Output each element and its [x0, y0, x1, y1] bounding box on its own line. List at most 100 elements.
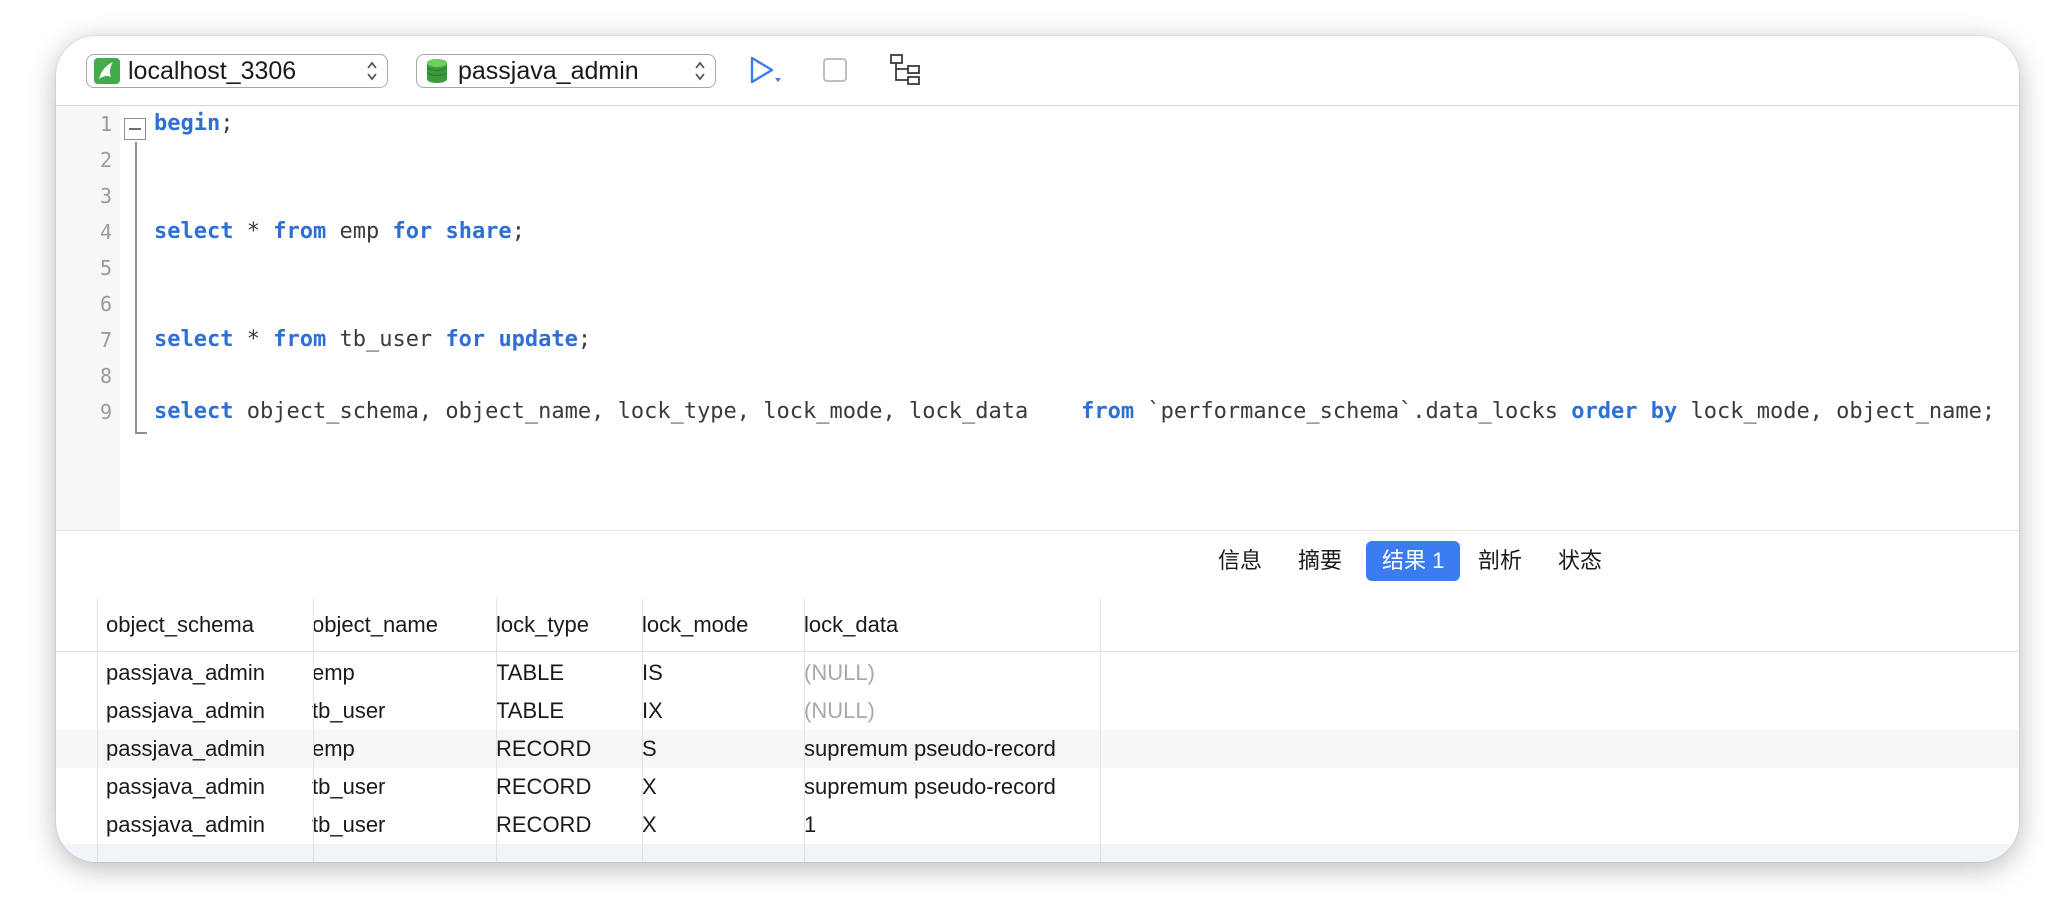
- table-cell[interactable]: (NULL): [796, 654, 1092, 692]
- sql-keyword: for: [392, 219, 433, 244]
- sql-text: emp: [326, 219, 393, 244]
- column-divider: [496, 599, 497, 862]
- sql-text: *: [233, 327, 274, 352]
- table-cell[interactable]: RECORD: [488, 768, 634, 806]
- table-cell[interactable]: TABLE: [488, 654, 634, 692]
- table-cell[interactable]: tb_user: [304, 806, 488, 844]
- line-number: 1: [99, 112, 112, 136]
- column-header[interactable]: lock_data: [796, 599, 1092, 651]
- table-cell[interactable]: X: [634, 806, 796, 844]
- stop-button[interactable]: [820, 52, 850, 88]
- column-header[interactable]: lock_mode: [634, 599, 796, 651]
- chevron-updown-icon: [695, 61, 705, 81]
- table-cell[interactable]: passjava_admin: [98, 768, 304, 806]
- table-cell[interactable]: TABLE: [488, 692, 634, 730]
- grid-header: object_schema object_name lock_type lock…: [56, 599, 2019, 652]
- line-number: 5: [99, 256, 112, 280]
- code-line: 3: [56, 178, 2019, 214]
- result-tabs: 信息 摘要 结果 1 剖析 状态: [56, 530, 2019, 600]
- table-row-empty: [56, 844, 2019, 862]
- sql-keyword: order: [1571, 399, 1638, 424]
- column-header[interactable]: lock_type: [488, 599, 634, 651]
- code-text: select object_schema, object_name, lock_…: [154, 394, 1995, 430]
- code-line: 8: [56, 358, 2019, 394]
- sql-keyword: select: [154, 399, 234, 424]
- explain-button[interactable]: [886, 52, 926, 88]
- tab-summary[interactable]: 摘要: [1282, 541, 1358, 581]
- sql-text: lock_mode, object_name;: [1677, 399, 1996, 424]
- sql-text: object_schema, object_name, lock_type, l…: [233, 399, 1082, 424]
- code-line: 1 begin;: [56, 106, 2019, 142]
- sql-keyword: from: [1081, 399, 1135, 424]
- table-cell[interactable]: tb_user: [304, 692, 488, 730]
- table-cell[interactable]: passjava_admin: [98, 692, 304, 730]
- table-cell[interactable]: IX: [634, 692, 796, 730]
- sql-text: `performance_schema`.data_locks: [1134, 399, 1572, 424]
- table-row[interactable]: passjava_admin emp TABLE IS (NULL): [56, 654, 2019, 692]
- code-line: 4 select * from emp for share;: [56, 214, 2019, 250]
- code-line: 9 select object_schema, object_name, loc…: [56, 394, 2019, 430]
- database-select[interactable]: passjava_admin: [416, 54, 716, 88]
- database-label: passjava_admin: [458, 56, 639, 85]
- table-cell[interactable]: supremum pseudo-record: [796, 768, 1092, 806]
- sql-keyword: select: [154, 219, 234, 244]
- sql-text: ;: [220, 111, 234, 136]
- table-row[interactable]: passjava_admin tb_user TABLE IX (NULL): [56, 692, 2019, 730]
- column-header[interactable]: object_name: [304, 599, 488, 651]
- sql-text: tb_user: [326, 327, 446, 352]
- mysql-dolphin-icon: [94, 58, 120, 84]
- line-number: 3: [99, 184, 112, 208]
- database-cylinder-icon: [424, 58, 450, 84]
- table-cell[interactable]: tb_user: [304, 768, 488, 806]
- fold-guide-end: [135, 432, 147, 434]
- play-icon: [750, 56, 781, 84]
- code-line: 6: [56, 286, 2019, 322]
- table-row[interactable]: passjava_admin tb_user RECORD X 1: [56, 806, 2019, 844]
- line-number: 7: [99, 328, 112, 352]
- tab-info[interactable]: 信息: [1202, 541, 1278, 581]
- table-cell[interactable]: S: [634, 730, 796, 768]
- table-cell[interactable]: passjava_admin: [98, 806, 304, 844]
- column-divider: [97, 599, 98, 862]
- table-row[interactable]: passjava_admin emp RECORD S supremum pse…: [56, 730, 2019, 768]
- sql-editor[interactable]: 1 begin; 2 3 4 select * from emp for sha…: [56, 106, 2019, 530]
- code-text: select * from emp for share;: [154, 214, 525, 250]
- table-cell[interactable]: emp: [304, 654, 488, 692]
- sql-keyword: select: [154, 327, 234, 352]
- run-button[interactable]: [742, 52, 792, 88]
- table-cell[interactable]: passjava_admin: [98, 654, 304, 692]
- connection-label: localhost_3306: [128, 56, 297, 85]
- tab-status[interactable]: 状态: [1542, 541, 1618, 581]
- code-line: 2: [56, 142, 2019, 178]
- connection-select[interactable]: localhost_3306: [86, 54, 388, 88]
- table-row[interactable]: passjava_admin tb_user RECORD X supremum…: [56, 768, 2019, 806]
- result-grid[interactable]: object_schema object_name lock_type lock…: [56, 599, 2019, 862]
- explain-tree-icon: [890, 54, 920, 85]
- table-cell[interactable]: passjava_admin: [98, 730, 304, 768]
- column-divider: [642, 599, 643, 862]
- table-cell[interactable]: emp: [304, 730, 488, 768]
- sql-keyword: for: [445, 327, 486, 352]
- sql-text: ;: [577, 327, 592, 352]
- table-cell[interactable]: (NULL): [796, 692, 1092, 730]
- table-cell[interactable]: 1: [796, 806, 1092, 844]
- table-cell[interactable]: X: [634, 768, 796, 806]
- table-cell[interactable]: supremum pseudo-record: [796, 730, 1092, 768]
- table-cell[interactable]: RECORD: [488, 730, 634, 768]
- tab-profile[interactable]: 剖析: [1462, 541, 1538, 581]
- sql-keyword: by: [1650, 399, 1678, 424]
- line-number: 4: [99, 220, 112, 244]
- table-cell[interactable]: IS: [634, 654, 796, 692]
- toolbar: localhost_3306 passjava_admin: [56, 36, 2019, 106]
- tab-result-1[interactable]: 结果 1: [1366, 541, 1461, 581]
- sql-keyword: from: [273, 327, 327, 352]
- table-cell[interactable]: RECORD: [488, 806, 634, 844]
- line-number: 9: [99, 400, 112, 424]
- sql-keyword: begin: [154, 111, 221, 136]
- sql-keyword: from: [273, 219, 327, 244]
- column-header[interactable]: object_schema: [98, 599, 304, 651]
- line-number: 6: [99, 292, 112, 316]
